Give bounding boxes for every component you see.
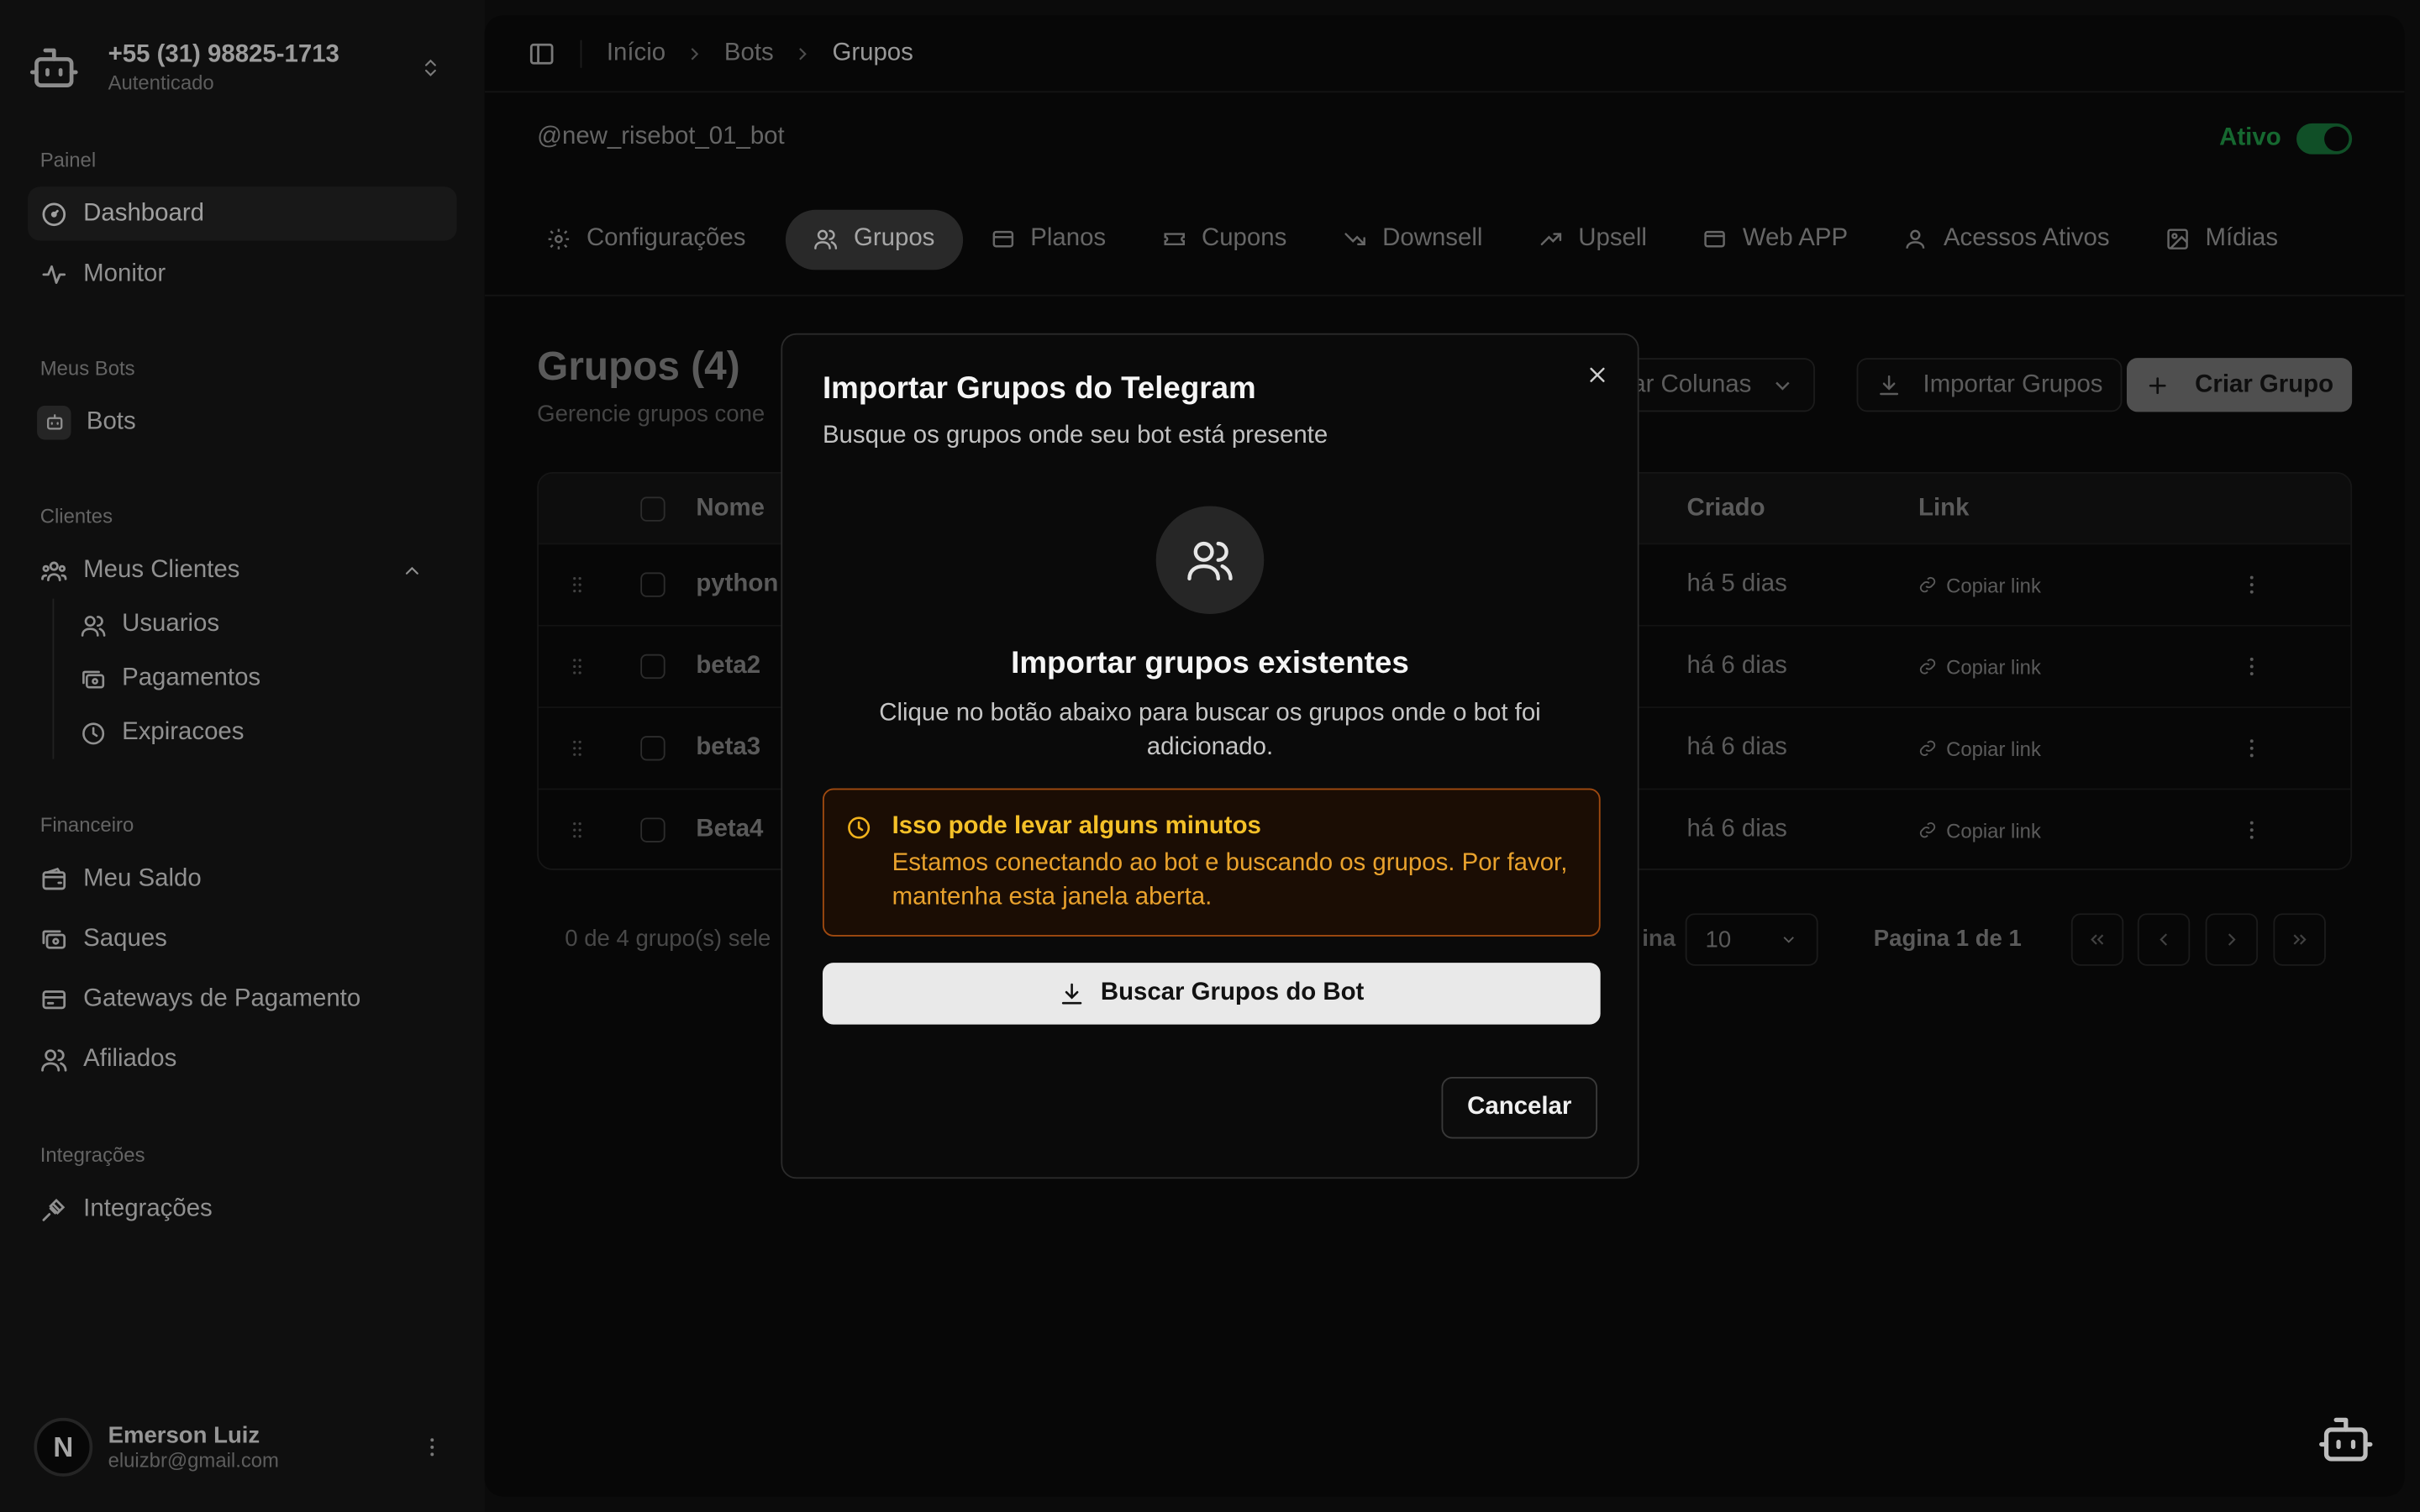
users-icon — [1155, 506, 1265, 615]
warning-title: Isso pode levar alguns minutos — [892, 812, 1261, 840]
warning-alert: Isso pode levar alguns minutos Estamos c… — [822, 788, 1601, 937]
dialog-title: Importar Grupos do Telegram — [822, 371, 1256, 407]
dialog-heading: Importar grupos existentes — [1011, 646, 1409, 680]
button-label: Buscar Grupos do Bot — [1100, 979, 1365, 1006]
clock-icon — [848, 816, 871, 839]
dialog-description: Clique no botão abaixo para buscar os gr… — [879, 700, 1541, 761]
dialog-subtitle: Busque os grupos onde seu bot está prese… — [822, 423, 1328, 449]
robot-icon[interactable] — [2315, 1410, 2376, 1469]
cancel-button[interactable]: Cancelar — [1441, 1077, 1597, 1139]
import-groups-dialog: Importar Grupos do Telegram Busque os gr… — [781, 333, 1639, 1179]
download-icon — [1062, 982, 1082, 1004]
fetch-groups-button[interactable]: Buscar Grupos do Bot — [822, 963, 1601, 1025]
close-icon[interactable] — [1585, 363, 1609, 387]
warning-text: Estamos conectando ao bot e buscando os … — [892, 850, 1568, 911]
